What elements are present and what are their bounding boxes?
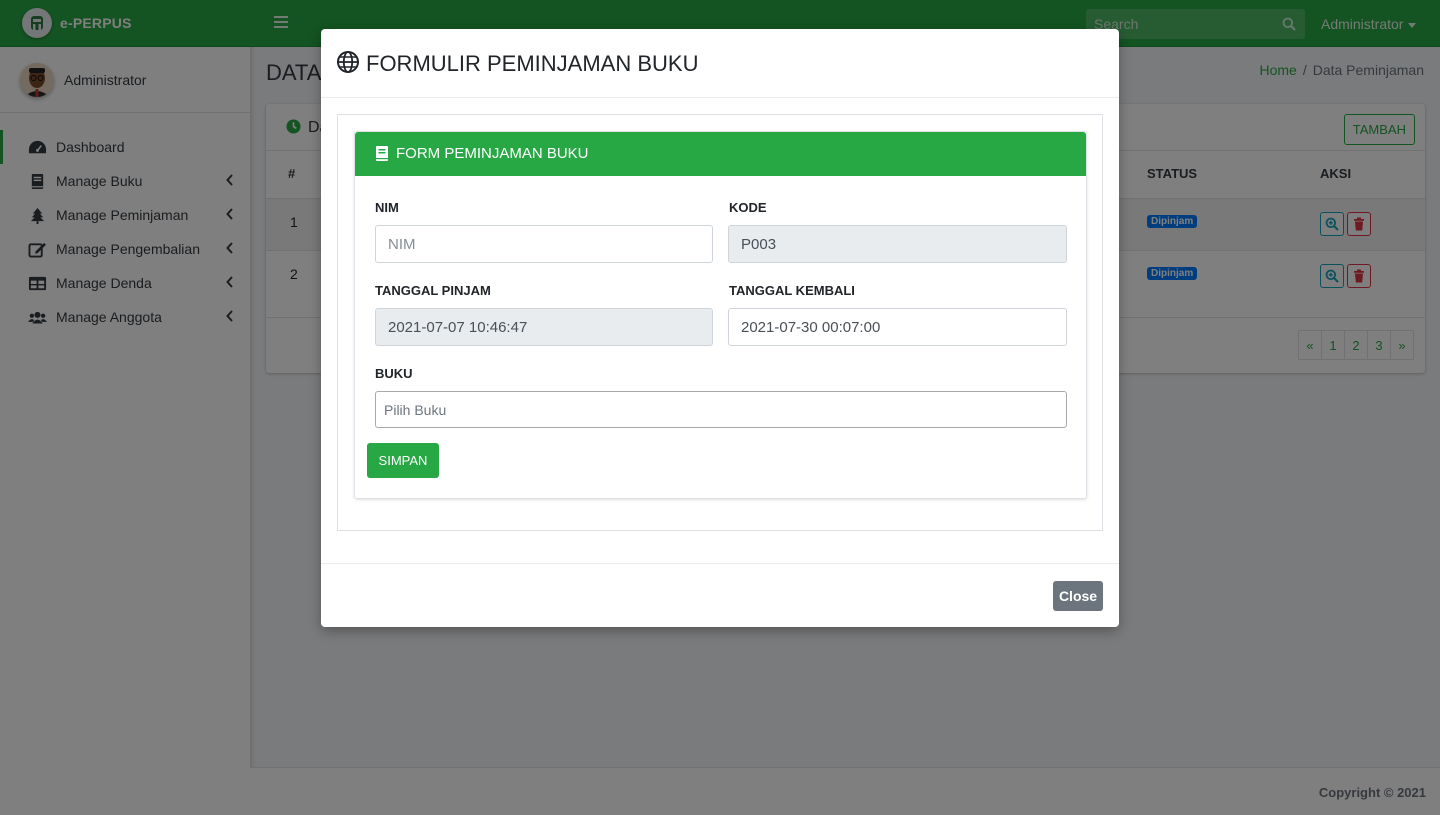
- modal-title: FORMULIR PEMINJAMAN BUKU: [366, 51, 699, 76]
- tanggal-kembali-label: TANGGAL KEMBALI: [729, 283, 855, 298]
- nim-input[interactable]: [375, 225, 713, 263]
- save-button[interactable]: SIMPAN: [367, 443, 439, 478]
- globe-icon: [337, 51, 359, 73]
- book-icon: [376, 146, 388, 161]
- buku-label: BUKU: [375, 366, 413, 381]
- loan-form-modal: FORMULIR PEMINJAMAN BUKU FORM PEMINJAMAN…: [321, 29, 1119, 627]
- form-card-header: FORM PEMINJAMAN BUKU: [355, 132, 1086, 176]
- buku-select[interactable]: Pilih Buku: [375, 391, 1067, 428]
- kode-label: KODE: [729, 200, 767, 215]
- tanggal-pinjam-input[interactable]: [375, 308, 713, 346]
- modal-footer: Close: [321, 563, 1119, 627]
- nim-label: NIM: [375, 200, 399, 215]
- buku-select-placeholder: Pilih Buku: [384, 401, 447, 418]
- tanggal-pinjam-label: TANGGAL PINJAM: [375, 283, 491, 298]
- close-button[interactable]: Close: [1053, 581, 1103, 611]
- kode-input[interactable]: [728, 225, 1067, 263]
- tanggal-kembali-input[interactable]: [728, 308, 1067, 346]
- form-card: FORM PEMINJAMAN BUKU NIM KODE TANGGAL PI…: [354, 131, 1087, 499]
- modal-body: FORM PEMINJAMAN BUKU NIM KODE TANGGAL PI…: [337, 114, 1103, 531]
- modal-header: FORMULIR PEMINJAMAN BUKU: [321, 29, 1119, 98]
- form-card-title: FORM PEMINJAMAN BUKU: [396, 145, 589, 162]
